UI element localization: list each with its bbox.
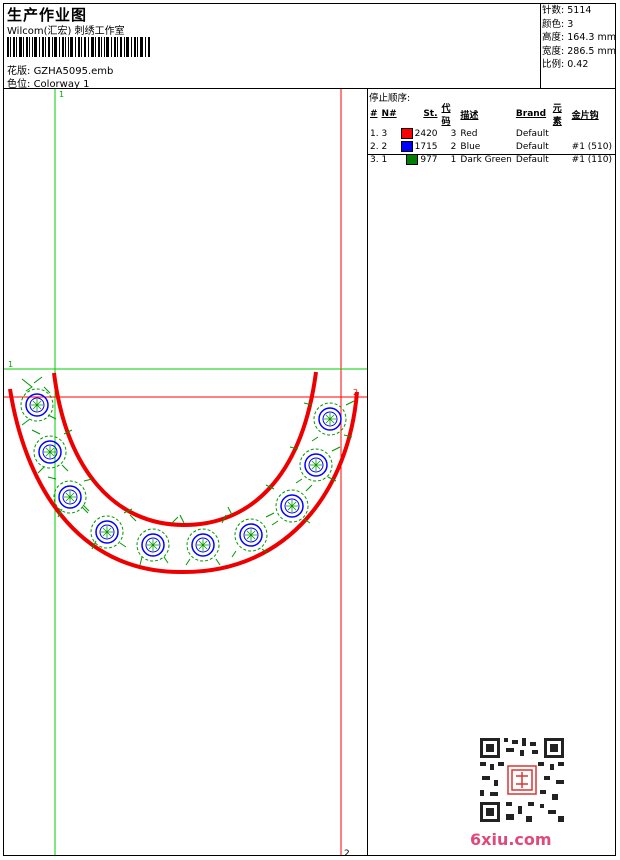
guide-number-top: 1 xyxy=(59,90,64,99)
colors-value: 3 xyxy=(567,18,574,30)
color-swatch-icon xyxy=(406,154,419,165)
table-row: 2. 2 1715 2 Blue Default #1 (510) xyxy=(368,140,614,153)
colors-label: 颜色: xyxy=(542,18,565,30)
col-stitches: St. xyxy=(423,109,438,119)
height-label: 高度: xyxy=(542,32,565,43)
height-value: 164.3 mm xyxy=(567,32,616,43)
studio-name: Wilcom(汇宏) 刺绣工作室 xyxy=(7,26,125,37)
row-element xyxy=(551,140,570,153)
colorway-row: 色位: Colorway 1 xyxy=(7,75,89,90)
row-code: 3 xyxy=(450,128,457,139)
width-value: 286.5 mm xyxy=(567,45,616,57)
table-row: 1. 3 2420 3 Red Default xyxy=(368,127,614,140)
color-swatch-icon xyxy=(400,141,413,152)
col-code: 代码 xyxy=(441,104,451,127)
stats-panel: 针数: 5114 颜色: 3 高度: 164.3 mm 宽度: 286.5 mm… xyxy=(542,4,616,72)
leaf-motifs xyxy=(21,376,355,566)
row-brand: Default xyxy=(515,141,549,152)
qr-code-icon xyxy=(478,736,566,824)
row-element xyxy=(551,127,570,140)
guide-number-left: 1 xyxy=(8,360,13,369)
stitches-label: 针数: xyxy=(542,5,565,16)
col-element: 元素 xyxy=(552,104,562,127)
row-number: 1. 3 xyxy=(370,128,388,139)
embroidery-design-canvas: 1 1 2 2 xyxy=(4,89,367,855)
row-brand: Default xyxy=(515,128,549,139)
table-header-row: # N# St. 代码 描述 Brand 元素 金片钩 xyxy=(368,101,614,127)
row-code: 2 xyxy=(450,141,457,152)
col-description: 描述 xyxy=(460,110,479,121)
flower-motifs xyxy=(20,388,347,562)
stop-sequence-table: # N# St. 代码 描述 Brand 元素 金片钩 1. 3 2420 3 … xyxy=(368,101,614,166)
row-description: Red xyxy=(460,128,478,139)
row-sequin xyxy=(570,127,614,140)
barcode-icon xyxy=(7,37,150,57)
col-brand: Brand xyxy=(515,109,547,119)
stitches-value: 5114 xyxy=(567,5,592,16)
scale-label: 比例: xyxy=(542,59,565,70)
col-sequin: 金片钩 xyxy=(571,110,599,121)
guide-number-right: 2 xyxy=(353,388,358,397)
inner-collar-line xyxy=(52,371,318,528)
color-swatch-icon xyxy=(400,128,413,139)
guide-number-bottom: 2 xyxy=(344,849,350,855)
width-label: 宽度: xyxy=(542,45,565,57)
table-bottom-border xyxy=(368,154,616,155)
row-stitches: 2420 xyxy=(399,127,440,140)
scale-value: 0.42 xyxy=(567,59,589,70)
row-number: 2. 2 xyxy=(370,141,388,152)
col-index: # xyxy=(370,109,378,119)
watermark-site: 6xiu.com xyxy=(470,830,552,849)
col-needle: N# xyxy=(381,109,397,119)
row-stitches: 1715 xyxy=(399,140,440,153)
row-description: Blue xyxy=(460,141,481,152)
row-sequin: #1 (510) xyxy=(571,141,612,152)
stats-divider xyxy=(540,3,541,89)
panel-divider xyxy=(367,88,368,856)
